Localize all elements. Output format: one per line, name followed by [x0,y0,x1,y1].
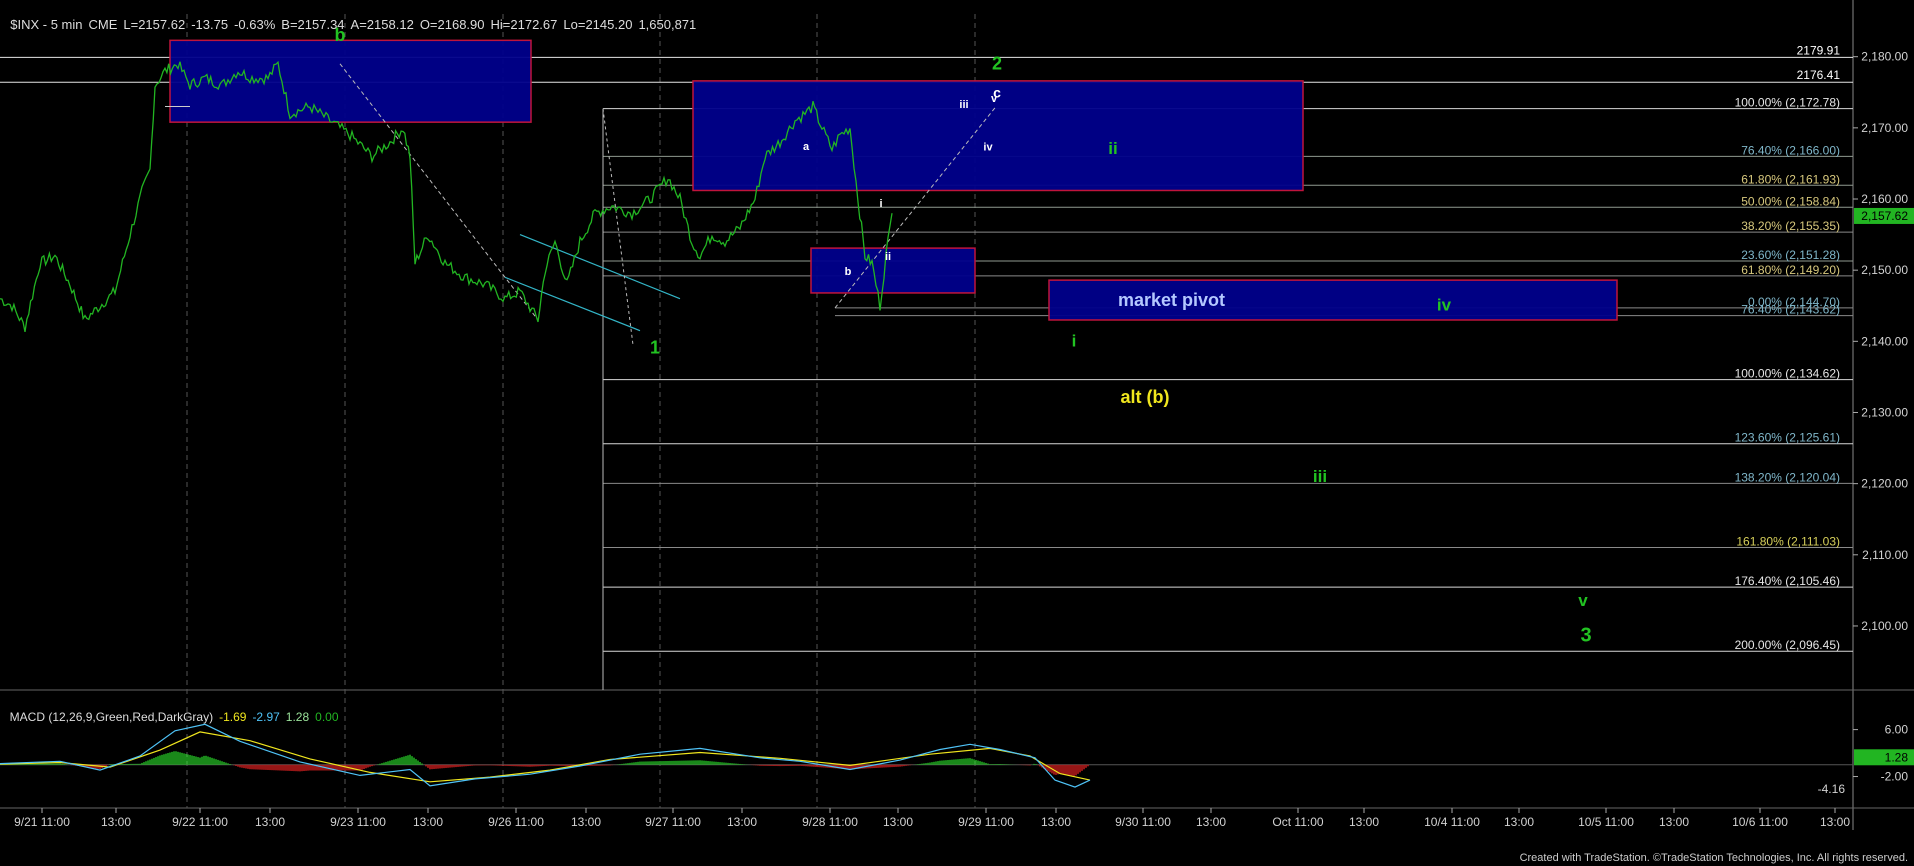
last-price: L=2157.62 [123,17,186,32]
x-tick-label: 9/27 11:00 [645,815,701,829]
macd-tick-label: 6.00 [1885,723,1909,737]
symbol-label: $INX - 5 min [10,17,83,32]
wave-label: 2 [992,54,1002,74]
chart-header: $INX - 5 min CME L=2157.62 -13.75 -0.63% B=21… [3,2,702,32]
volume: 1,650,871 [638,17,697,32]
bid: B=2157.34 [281,17,345,32]
wave-label: v [1578,591,1588,610]
wave-label: i [879,198,882,210]
wave-label: v [991,93,998,105]
x-tick-label: 10/5 11:00 [1578,815,1634,829]
wave-label: 3 [1580,625,1591,647]
macd-value-3: 1.28 [285,710,310,724]
fib-label: 138.20% (2,120.04) [1735,470,1840,484]
macd-tick-label: -2.00 [1881,770,1909,784]
x-tick-label: 13:00 [1196,815,1226,829]
y-tick-label: 2,180.00 [1861,50,1908,64]
x-tick-label: 13:00 [1041,815,1071,829]
x-tick-label: 13:00 [255,815,285,829]
box-small [810,247,976,294]
x-tick-label: 9/29 11:00 [958,815,1014,829]
x-tick-label: 13:00 [101,815,131,829]
x-tick-label: 13:00 [413,815,443,829]
x-tick-label: 9/21 11:00 [14,815,70,829]
x-tick-label: Oct 11:00 [1272,815,1323,829]
macd-min-label: -4.16 [1818,782,1846,796]
fib-label: 76.40% (2,143.62) [1741,303,1840,317]
high: Hi=2172.67 [490,17,558,32]
x-tick-label: 13:00 [1349,815,1379,829]
footer-copyright: Created with TradeStation. ©TradeStation… [1519,852,1908,864]
fib-label: 23.60% (2,151.28) [1741,248,1840,262]
fib-label: 50.00% (2,158.84) [1741,194,1840,208]
y-tick-label: 2,160.00 [1861,192,1908,206]
wave-label: b [845,266,852,278]
wave-label: alt (b) [1121,387,1170,407]
x-tick-label: 10/4 11:00 [1424,815,1480,829]
wave-label: i [1072,331,1077,350]
x-tick-label: 13:00 [1659,815,1689,829]
x-tick-label: 9/26 11:00 [488,815,544,829]
wave-label: iii [1313,467,1327,486]
fib-label: 100.00% (2,172.78) [1735,96,1840,110]
wave-label: iii [959,99,968,111]
x-tick-label: 13:00 [1820,815,1850,829]
x-tick-label: 10/6 11:00 [1732,815,1788,829]
fib-label: 38.20% (2,155.35) [1741,219,1840,233]
change-pct: -0.63% [234,17,276,32]
macd-value-1: -1.69 [219,710,247,724]
macd-current-value: 1.28 [1885,750,1909,764]
y-tick-label: 2,170.00 [1861,121,1908,135]
x-tick-label: 9/23 11:00 [330,815,386,829]
x-tick-label: 9/30 11:00 [1115,815,1171,829]
open: O=2168.90 [419,17,485,32]
y-tick-label: 2,120.00 [1861,477,1908,491]
y-tick-label: 2,150.00 [1861,263,1908,277]
change: -13.75 [191,17,229,32]
x-tick-label: 9/22 11:00 [172,815,228,829]
ask: A=2158.12 [350,17,414,32]
fib-label: 76.40% (2,166.00) [1741,143,1840,157]
macd-header: MACD (12,26,9,Green,Red,DarkGray) -1.69 -2… [3,696,345,724]
x-tick-label: 13:00 [571,815,601,829]
fib-label: 200.00% (2,096.45) [1735,638,1840,652]
wave-label: ii [885,251,891,263]
wave-label: iv [1437,296,1452,315]
fib-label: 176.40% (2,105.46) [1735,574,1840,588]
exchange-label: CME [88,17,118,32]
y-tick-label: 2,100.00 [1861,619,1908,633]
fib-label: 123.60% (2,125.61) [1735,431,1840,445]
market-pivot-label: market pivot [1118,290,1225,310]
x-tick-label: 13:00 [883,815,913,829]
fib-label: 61.80% (2,149.20) [1741,263,1840,277]
y-tick-label: 2,130.00 [1861,405,1908,419]
last-price-value: 2,157.62 [1861,209,1908,223]
wave-label: a [803,141,810,153]
chart-canvas: 2179.91 2176.41 100.00% (2,172.78) 76.40% (… [0,0,1914,866]
macd-value-2: -2.97 [252,710,280,724]
macd-value-4: 0.00 [315,710,339,724]
x-tick-label: 9/28 11:00 [802,815,858,829]
x-tick-label: 13:00 [1504,815,1534,829]
resistance-label: 2179.91 [1797,43,1841,57]
fib-label: 61.80% (2,161.93) [1741,172,1840,186]
macd-name: MACD (12,26,9,Green,Red,DarkGray) [9,710,214,724]
wave-label: 1 [650,337,660,357]
low: Lo=2145.20 [563,17,633,32]
fib-label: 161.80% (2,111.03) [1736,534,1840,548]
x-tick-label: 13:00 [727,815,757,829]
y-tick-label: 2,140.00 [1861,334,1908,348]
fib-label: 100.00% (2,134.62) [1735,367,1840,381]
y-tick-label: 2,110.00 [1862,548,1908,562]
wave-label: ii [1108,139,1117,158]
wave-label: iv [983,142,993,154]
resistance-label: 2176.41 [1797,68,1841,82]
